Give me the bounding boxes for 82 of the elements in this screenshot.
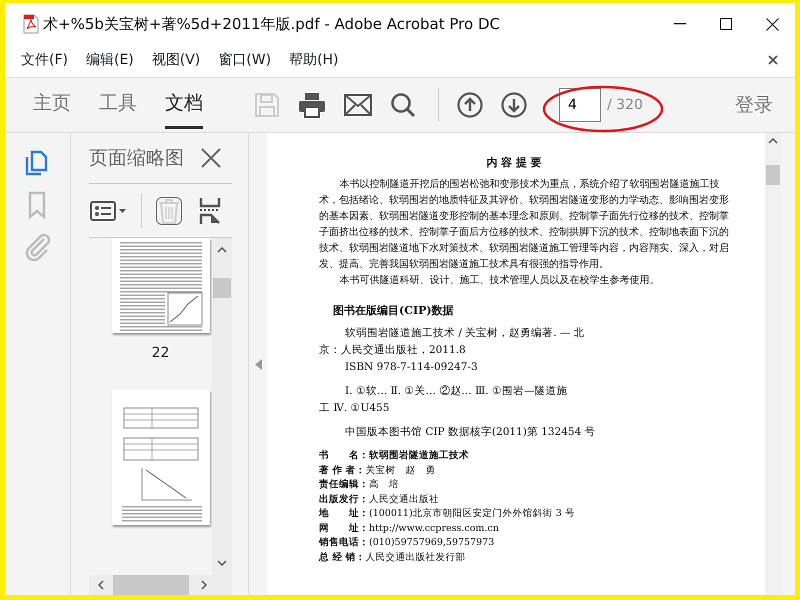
arrow-down-icon [501, 92, 527, 118]
search-button[interactable] [390, 92, 416, 118]
info-value: (010)59757969,59757973 [369, 536, 494, 550]
tab[interactable]: 文档 [165, 89, 203, 129]
info-label: 销售电话： [319, 536, 369, 550]
chevron-up-icon [768, 138, 778, 144]
menu-item[interactable]: 帮助(H) [289, 50, 339, 70]
arrow-up-icon [457, 92, 483, 118]
info-label: 出版发行： [319, 492, 369, 506]
printer-icon [298, 92, 326, 118]
menu-item[interactable]: 视图(V) [152, 50, 200, 70]
paperclip-icon [24, 233, 52, 261]
sign-in-button[interactable]: 登录 [729, 90, 779, 120]
menu-item[interactable]: 文件(F) [21, 50, 68, 70]
next-page-button[interactable] [501, 92, 527, 118]
close-panel-button[interactable] [200, 147, 222, 169]
section-heading: 图书在版编目(CIP)数据 [333, 303, 455, 319]
page-number-field[interactable]: 4 [559, 88, 601, 122]
triangle-left-icon [254, 358, 262, 370]
info-label: 著 作 者： [319, 464, 366, 478]
envelope-button[interactable] [344, 94, 372, 116]
chevron-left-icon [98, 580, 104, 590]
scroll-up-button[interactable] [767, 137, 779, 145]
catalog-line: 京：人民交通出版社，2011.8 [319, 343, 467, 358]
page-count: / 320 [607, 96, 643, 114]
tab[interactable]: 主页 [33, 89, 71, 129]
scroll-down-button[interactable] [216, 559, 228, 567]
maximize-icon [720, 18, 732, 30]
close-icon [766, 18, 778, 30]
info-label: 书 名： [319, 449, 369, 463]
trash-icon [157, 198, 181, 224]
document-heading: 内 容 提 要 [485, 155, 543, 171]
info-value: 高 培 [369, 478, 399, 492]
save-icon [254, 92, 280, 118]
info-value: (100011)北京市朝阳区安定门外外馆斜街 3 号 [369, 507, 575, 521]
catalog-line: Ⅰ. ①软… Ⅱ. ①关… ②赵… Ⅲ. ①围岩—隧道施 [344, 384, 568, 399]
scroll-up-button[interactable] [216, 246, 228, 254]
info-value: http://www.ccpress.com.cn [369, 522, 499, 536]
chevron-up-icon [217, 247, 227, 253]
menu-item[interactable]: 窗口(W) [218, 50, 272, 70]
scroll-left-button[interactable] [97, 579, 105, 591]
window-title: 术+%5b关宝树+著%5d+2011年版.pdf - Adobe Acrobat Pro DC [43, 14, 500, 35]
document-paragraph: 本书可供隧道科研、设计、施工、技术管理人员以及在校学生参考使用。 [338, 274, 660, 288]
chevron-down-icon [217, 560, 227, 566]
collapse-panel-button[interactable] [254, 358, 262, 370]
catalog-line: 软弱围岩隧道施工技术 / 关宝树，赵勇编著. — 北 [344, 326, 586, 341]
info-value: 人民交通出版社发行部 [366, 550, 466, 564]
search-icon [390, 92, 416, 118]
page-thumbnail[interactable] [112, 390, 210, 525]
envelope-icon [344, 94, 372, 116]
previous-page-button[interactable] [457, 92, 483, 118]
close-icon [768, 55, 778, 65]
scrollbar-thumb[interactable] [213, 278, 231, 298]
page-insert-icon [199, 196, 221, 224]
catalog-line: 中国版本图书馆 CIP 数据核字(2011)第 132454 号 [344, 425, 597, 440]
info-label: 总 经 销： [319, 550, 366, 564]
info-label: 网 址： [319, 522, 369, 536]
printer-button[interactable] [298, 92, 326, 118]
scroll-right-button[interactable] [200, 579, 208, 591]
panel-title: 页面缩略图 [89, 146, 184, 171]
catalog-line: ISBN 978-7-114-09247-3 [344, 360, 479, 375]
chevron-right-icon [201, 580, 207, 590]
info-value: 关宝树 赵 勇 [366, 464, 436, 478]
minimize-icon [674, 23, 686, 25]
list-options-icon [90, 200, 128, 220]
page-label: 22 [152, 344, 170, 363]
document-paragraph: 本书以控制隧道开挖后的围岩松弛和变形技术为重点，系统介绍了软弱围岩隧道施工技术，包括绪论、软弱围岩的地质特征及其评价、软弱围岩隧道变形的力学动态、影响围岩变形的基本因素、软弱围岩隧道变形控制的基本理念和原则、控制掌子面先行位移的技术、控制掌子面挤出位移的技术、控制掌子面后方位移的技术、控制拱脚下沉的技术、控制地表面下沉的技术、软弱围岩隧道地下水对策技术、软弱围岩隧道施工管理等内容，内容翔实、深入，对启发、提高、完善我国软弱围岩隧道施工技术具有很强的指导作用。 [319, 178, 729, 272]
info-value: 人民交通出版社 [369, 492, 439, 506]
page-thumbnail[interactable] [112, 238, 210, 333]
scrollbar-thumb[interactable] [766, 165, 780, 185]
scrollbar-thumb[interactable] [113, 575, 189, 595]
close-icon [201, 148, 221, 168]
info-label: 责任编辑： [319, 478, 369, 492]
close-document-button[interactable] [767, 54, 779, 66]
info-label: 地 址： [319, 507, 369, 521]
catalog-line: 工 Ⅳ. ①U455 [319, 401, 390, 416]
insert-page-button[interactable] [198, 196, 222, 226]
tab[interactable]: 工具 [99, 89, 137, 129]
pdf-file-icon [23, 14, 39, 34]
thumbnail-options-button[interactable] [89, 200, 129, 222]
menu-item[interactable]: 编辑(E) [86, 50, 134, 70]
info-value: 软弱围岩隧道施工技术 [369, 449, 469, 463]
